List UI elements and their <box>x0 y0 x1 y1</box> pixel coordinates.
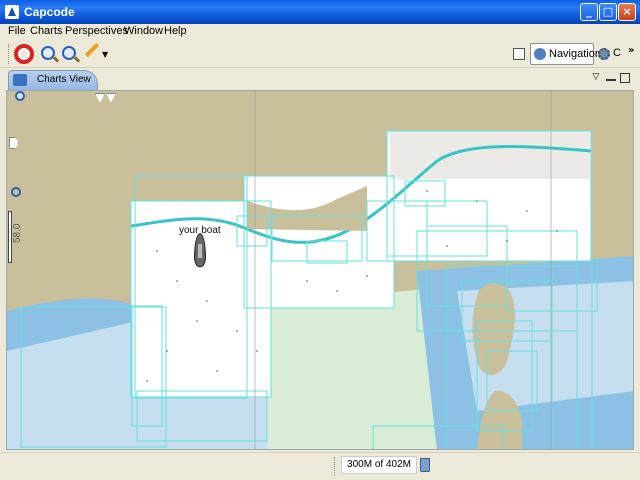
title-bar[interactable]: Capcode _ □ × <box>0 0 640 24</box>
close-button[interactable]: × <box>618 3 636 21</box>
gear-icon[interactable] <box>598 48 610 60</box>
minimize-view-icon[interactable] <box>606 73 616 81</box>
tab-charts-view[interactable]: Charts View <box>8 70 98 90</box>
zoom-icon[interactable] <box>11 187 21 197</box>
open-perspective-icon[interactable] <box>513 48 525 60</box>
menu-window[interactable]: Window <box>124 25 163 37</box>
toolbar-grip[interactable] <box>8 44 11 64</box>
maximize-view-icon[interactable] <box>620 73 630 83</box>
nautical-chart-map[interactable] <box>7 91 634 450</box>
menu-perspectives[interactable]: Perspectives <box>65 25 128 37</box>
app-icon <box>5 5 19 19</box>
menu-file[interactable]: File <box>8 25 26 37</box>
charts-canvas[interactable]: 58.0 your boat <box>6 90 634 450</box>
chevron-down-icon[interactable]: ▼ <box>102 50 108 59</box>
menu-bar: File Charts Perspectives Window Help <box>0 24 640 40</box>
lifebuoy-icon[interactable] <box>14 44 34 64</box>
zoom-in-icon[interactable] <box>41 46 55 60</box>
pencil-icon[interactable] <box>84 42 100 58</box>
zoom-out-icon[interactable] <box>62 46 76 60</box>
view-menu-icon[interactable]: ▽ <box>591 73 601 83</box>
tab-label: Charts View <box>37 74 91 85</box>
trash-icon[interactable] <box>420 458 430 472</box>
maximize-button[interactable]: □ <box>599 3 617 21</box>
application-window: Capcode _ □ × File Charts Perspectives W… <box>0 0 640 480</box>
window-title: Capcode <box>24 5 75 19</box>
toolbar: ▼ Navigation C » <box>0 40 640 68</box>
chart-view-icon <box>13 74 27 86</box>
navigation-perspective-button[interactable]: Navigation <box>530 43 601 65</box>
status-bar: 300M of 402M <box>0 452 640 480</box>
memory-usage: 300M of 402M <box>341 456 417 474</box>
menu-help[interactable]: Help <box>164 25 187 37</box>
more-perspectives-button[interactable]: » <box>628 45 634 56</box>
compass-icon <box>534 48 546 60</box>
zoom-icon[interactable] <box>15 91 25 101</box>
status-separator <box>334 457 336 475</box>
second-perspective-label[interactable]: C <box>613 47 621 59</box>
menu-charts[interactable]: Charts <box>30 25 62 37</box>
minimize-button[interactable]: _ <box>580 3 598 21</box>
latitude-label: 58.0 <box>12 223 23 243</box>
view-tab-bar: Charts View ▽ <box>6 70 634 90</box>
navigation-label: Navigation <box>549 48 601 60</box>
